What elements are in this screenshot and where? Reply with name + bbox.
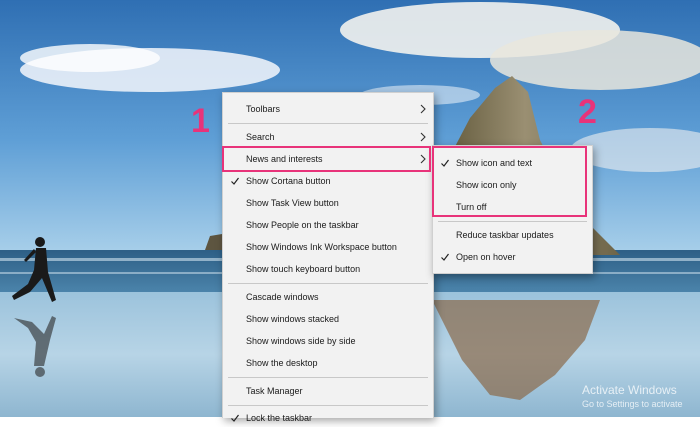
menu-item-label: Show icon and text [456,158,533,168]
menu-item-show-touch-keyboard[interactable]: Show touch keyboard button [223,260,433,278]
menu-item-show-desktop[interactable]: Show the desktop [223,354,433,372]
menu-item-show-people[interactable]: Show People on the taskbar [223,216,433,234]
menu-item-label: Cascade windows [246,292,319,302]
menu-item-label: Show People on the taskbar [246,220,359,230]
menu-item-label: Show touch keyboard button [246,264,361,274]
menu-item-label: Toolbars [246,104,281,114]
submenu-item-reduce-taskbar-updates[interactable]: Reduce taskbar updates [433,226,592,244]
submenu-item-open-on-hover[interactable]: Open on hover [433,248,592,266]
menu-item-label: Turn off [456,202,487,212]
activate-windows-watermark: Activate Windows Go to Settings to activ… [582,383,683,409]
watermark-subtitle: Go to Settings to activate [582,399,683,409]
menu-item-toolbars[interactable]: Toolbars [223,100,433,118]
menu-item-label: News and interests [246,154,323,164]
checkmark-icon [441,159,449,167]
checkmark-icon [441,253,449,261]
menu-item-show-windows-stacked[interactable]: Show windows stacked [223,310,433,328]
menu-item-label: Show Task View button [246,198,339,208]
menu-item-label: Lock the taskbar [246,413,313,423]
menu-item-search[interactable]: Search [223,128,433,146]
news-and-interests-submenu: Show icon and text Show icon only Turn o… [432,145,593,274]
chevron-right-icon [420,132,426,142]
taskbar-context-menu: Toolbars Search News and interests Show … [222,92,434,423]
menu-item-cascade-windows[interactable]: Cascade windows [223,288,433,306]
menu-item-label: Task Manager [246,386,303,396]
menu-item-label: Show the desktop [246,358,318,368]
menu-item-label: Show Windows Ink Workspace button [246,242,397,252]
menu-item-show-cortana-button[interactable]: Show Cortana button [223,172,433,190]
step-number-2: 2 [578,93,597,131]
menu-separator [438,221,587,222]
menu-item-label: Show icon only [456,180,517,190]
menu-separator [228,405,428,406]
chevron-right-icon [420,154,426,164]
menu-item-label: Open on hover [456,252,516,262]
menu-item-task-manager[interactable]: Task Manager [223,382,433,400]
checkmark-icon [231,414,239,422]
menu-separator [228,123,428,124]
menu-item-show-windows-side-by-side[interactable]: Show windows side by side [223,332,433,350]
submenu-item-turn-off[interactable]: Turn off [433,198,592,216]
menu-item-lock-taskbar[interactable]: Lock the taskbar [223,409,433,427]
submenu-item-show-icon-and-text[interactable]: Show icon and text [433,154,592,172]
menu-separator [228,283,428,284]
menu-item-show-task-view-button[interactable]: Show Task View button [223,194,433,212]
submenu-item-show-icon-only[interactable]: Show icon only [433,176,592,194]
menu-item-label: Search [246,132,275,142]
menu-item-label: Reduce taskbar updates [456,230,554,240]
menu-item-label: Show windows stacked [246,314,340,324]
menu-item-news-and-interests[interactable]: News and interests [223,150,433,168]
chevron-right-icon [420,104,426,114]
menu-separator [228,377,428,378]
menu-item-label: Show Cortana button [246,176,331,186]
menu-item-label: Show windows side by side [246,336,356,346]
step-number-1: 1 [191,102,210,140]
watermark-title: Activate Windows [582,383,677,397]
checkmark-icon [231,177,239,185]
menu-item-show-ink-workspace[interactable]: Show Windows Ink Workspace button [223,238,433,256]
